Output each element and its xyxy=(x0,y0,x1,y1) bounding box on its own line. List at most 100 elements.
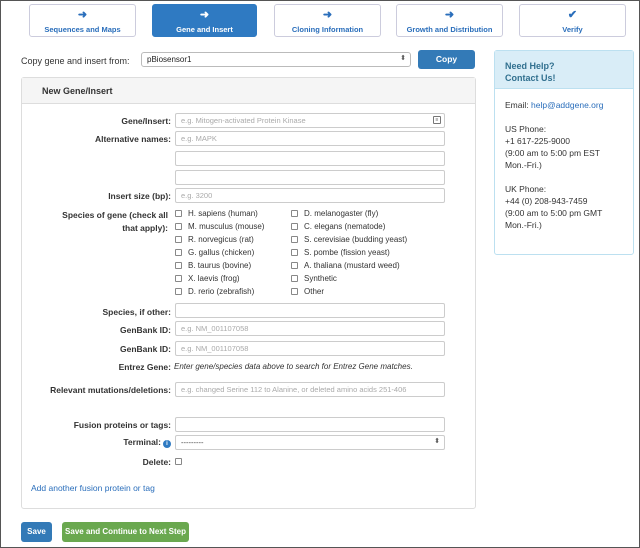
species-label: Species of gene (check all that apply): xyxy=(62,210,168,233)
add-fusion-protein-link[interactable]: Add another fusion protein or tag xyxy=(31,483,155,493)
help-panel: Need Help? Contact Us! Email: help@addge… xyxy=(494,50,634,255)
mutations-label: Relevant mutations/deletions: xyxy=(50,385,171,395)
step-sequences-and-maps[interactable]: ➜ Sequences and Maps xyxy=(29,4,136,37)
species-other-input[interactable] xyxy=(175,303,445,318)
insert-size-label: Insert size (bp): xyxy=(108,191,171,201)
info-icon[interactable]: i xyxy=(163,440,171,448)
genbank-id-input-1[interactable]: e.g. NM_001107058 xyxy=(175,321,445,336)
delete-label: Delete: xyxy=(142,457,171,467)
species-checkbox-d-rerio[interactable]: D. rerio (zebrafish) xyxy=(175,287,254,297)
select-arrows-icon: ⬍ xyxy=(400,55,406,62)
species-checkbox-b-taurus[interactable]: B. taurus (bovine) xyxy=(175,261,251,271)
genbank-placeholder: e.g. NM_001107058 xyxy=(181,324,249,333)
checkbox-label: D. melanogaster (fly) xyxy=(304,209,379,218)
checkbox-label: D. rerio (zebrafish) xyxy=(188,287,255,296)
checkbox-label: Synthetic xyxy=(304,274,337,283)
step-cloning-information[interactable]: ➜ Cloning Information xyxy=(274,4,381,37)
help-panel-title: Need Help? Contact Us! xyxy=(495,51,633,89)
terminal-value: --------- xyxy=(181,438,204,447)
genbank-placeholder: e.g. NM_001107058 xyxy=(181,344,249,353)
mutations-placeholder: e.g. changed Serine 112 to Alanine, or d… xyxy=(181,385,407,394)
terminal-select[interactable]: --------- ⬍ xyxy=(175,435,445,450)
checkbox-label: B. taurus (bovine) xyxy=(188,261,252,270)
arrow-right-icon: ➜ xyxy=(322,9,333,21)
terminal-label-text: Terminal: xyxy=(123,437,161,447)
mutations-input[interactable]: e.g. changed Serine 112 to Alanine, or d… xyxy=(175,382,445,397)
alternative-name-input-2[interactable] xyxy=(175,151,445,166)
copy-from-label: Copy gene and insert from: xyxy=(21,56,130,66)
alternative-name-placeholder: e.g. MAPK xyxy=(181,134,217,143)
step-label: Growth and Distribution xyxy=(406,25,493,34)
checkbox-label: S. cerevisiae (budding yeast) xyxy=(304,235,408,244)
copy-from-value: pBiosensor1 xyxy=(147,55,192,64)
species-checkbox-m-musculus[interactable]: M. musculus (mouse) xyxy=(175,222,264,232)
gene-insert-label: Gene/Insert: xyxy=(121,116,171,126)
species-checkbox-d-melanogaster[interactable]: D. melanogaster (fly) xyxy=(291,209,378,219)
checkbox-label: A. thaliana (mustard weed) xyxy=(304,261,400,270)
species-checkbox-c-elegans[interactable]: C. elegans (nematode) xyxy=(291,222,385,232)
email-label: Email: xyxy=(505,100,529,110)
species-checkbox-s-cerevisiae[interactable]: S. cerevisiae (budding yeast) xyxy=(291,235,407,245)
step-verify[interactable]: ✔ Verify xyxy=(519,4,626,37)
step-growth-and-distribution[interactable]: ➜ Growth and Distribution xyxy=(396,4,503,37)
help-title-line-1: Need Help? xyxy=(505,61,555,71)
arrow-right-icon: ➜ xyxy=(199,9,210,21)
copy-from-select[interactable]: pBiosensor1 ⬍ xyxy=(141,52,411,67)
checkbox-label: R. norvegicus (rat) xyxy=(188,235,254,244)
species-checkbox-a-thaliana[interactable]: A. thaliana (mustard weed) xyxy=(291,261,400,271)
autocomplete-icon: ≡ xyxy=(433,116,441,124)
species-checkbox-other[interactable]: Other xyxy=(291,287,324,297)
genbank-id-label-2: GenBank ID: xyxy=(119,344,171,354)
save-button[interactable]: Save xyxy=(21,522,52,542)
alternative-names-label: Alternative names: xyxy=(94,134,171,144)
us-phone-number: +1 617-225-9000 xyxy=(505,136,570,146)
step-label: Sequences and Maps xyxy=(44,25,121,34)
uk-phone-days: Mon.-Fri.) xyxy=(505,220,542,230)
checkbox-label: M. musculus (mouse) xyxy=(188,222,265,231)
species-checkbox-x-laevis[interactable]: X. laevis (frog) xyxy=(175,274,240,284)
insert-size-placeholder: e.g. 3200 xyxy=(181,191,213,200)
help-email-row: Email: help@addgene.org xyxy=(505,99,633,111)
step-gene-and-insert[interactable]: ➜ Gene and Insert xyxy=(152,4,257,37)
help-panel-body: Email: help@addgene.org US Phone: +1 617… xyxy=(495,89,633,231)
genbank-id-label-1: GenBank ID: xyxy=(119,325,171,335)
checkbox-label: S. pombe (fission yeast) xyxy=(304,248,390,257)
species-checkbox-h-sapiens[interactable]: H. sapiens (human) xyxy=(175,209,258,219)
us-phone-days: Mon.-Fri.) xyxy=(505,160,542,170)
us-phone-label: US Phone: xyxy=(505,124,547,134)
email-link[interactable]: help@addgene.org xyxy=(531,100,603,110)
checkmark-icon: ✔ xyxy=(567,9,578,21)
fusion-proteins-input[interactable] xyxy=(175,417,445,432)
delete-checkbox[interactable] xyxy=(175,457,188,467)
alternative-name-input-1[interactable]: e.g. MAPK xyxy=(175,131,445,146)
entrez-gene-label: Entrez Gene: xyxy=(118,362,171,372)
entrez-gene-hint: Enter gene/species data above to search … xyxy=(174,362,413,371)
fusion-proteins-label: Fusion proteins or tags: xyxy=(73,420,171,430)
species-checkbox-s-pombe[interactable]: S. pombe (fission yeast) xyxy=(291,248,390,258)
checkbox-label: Other xyxy=(304,287,325,296)
uk-phone-number: +44 (0) 208-943-7459 xyxy=(505,196,588,206)
gene-insert-input[interactable]: e.g. Mitogen-activated Protein Kinase ≡ xyxy=(175,113,445,128)
help-title-line-2: Contact Us! xyxy=(505,73,556,83)
genbank-id-input-2[interactable]: e.g. NM_001107058 xyxy=(175,341,445,356)
checkbox-label: X. laevis (frog) xyxy=(188,274,240,283)
select-arrows-icon: ⬍ xyxy=(434,438,440,445)
species-checkbox-synthetic[interactable]: Synthetic xyxy=(291,274,337,284)
terminal-label: Terminal: i xyxy=(123,437,171,448)
us-phone-hours: (9:00 am to 5:00 pm EST xyxy=(505,148,600,158)
copy-button[interactable]: Copy xyxy=(418,50,475,69)
checkbox-label: C. elegans (nematode) xyxy=(304,222,386,231)
step-label: Verify xyxy=(562,25,583,34)
step-label: Gene and Insert xyxy=(176,25,233,34)
checkbox-label: G. gallus (chicken) xyxy=(188,248,255,257)
insert-size-input[interactable]: e.g. 3200 xyxy=(175,188,445,203)
uk-phone-hours: (9:00 am to 5:00 pm GMT xyxy=(505,208,603,218)
species-checkbox-g-gallus[interactable]: G. gallus (chicken) xyxy=(175,248,254,258)
save-and-continue-button[interactable]: Save and Continue to Next Step xyxy=(62,522,189,542)
arrow-right-icon: ➜ xyxy=(444,9,455,21)
panel-title: New Gene/Insert xyxy=(22,78,475,104)
uk-phone-label: UK Phone: xyxy=(505,184,547,194)
checkbox-label: H. sapiens (human) xyxy=(188,209,258,218)
alternative-name-input-3[interactable] xyxy=(175,170,445,185)
species-checkbox-r-norvegicus[interactable]: R. norvegicus (rat) xyxy=(175,235,254,245)
